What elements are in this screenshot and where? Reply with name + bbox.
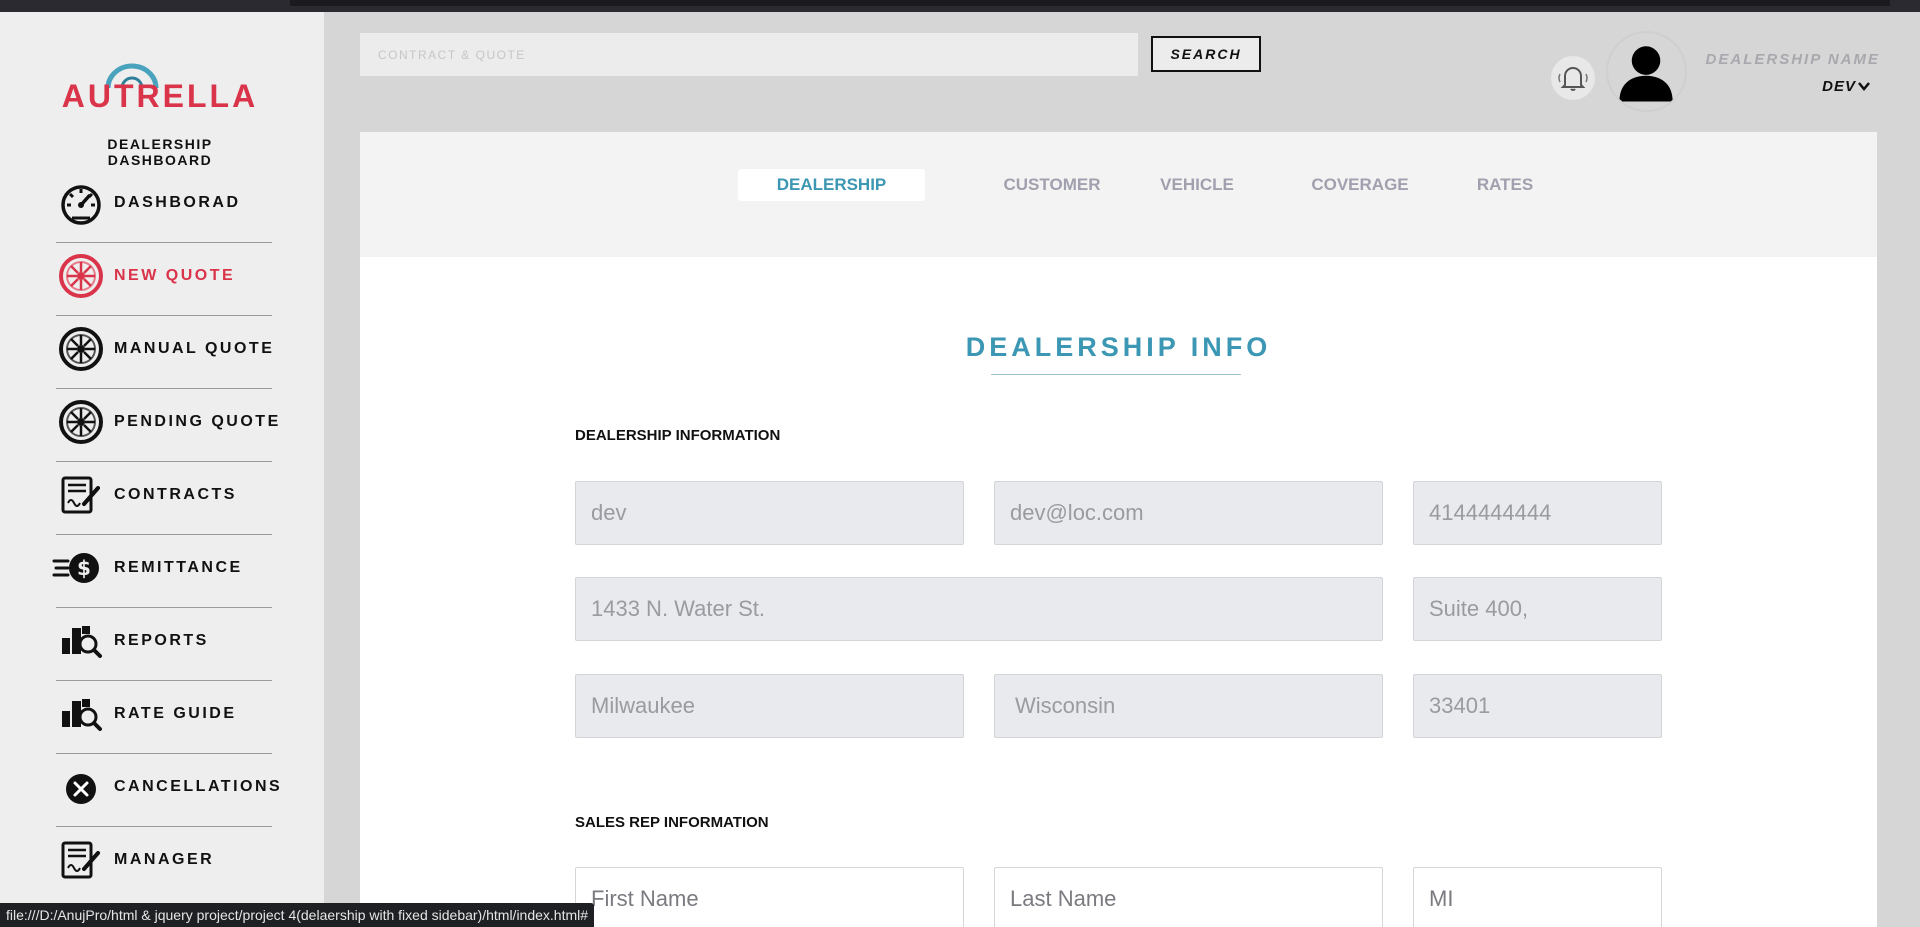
search-button[interactable]: SEARCH [1151,36,1261,72]
sidebar-item-label: CANCELLATIONS [114,778,283,795]
dealer-zip-field[interactable]: 33401 [1413,674,1662,738]
sidebar-item-label: NEW QUOTE [114,267,236,284]
dealer-state-field[interactable]: Wisconsin [994,674,1383,738]
contract-sign-icon [61,841,100,879]
sidebar-item-label: MANAGER [114,851,215,868]
browser-top-strip-inner [290,0,1890,6]
sidebar-item-remittance[interactable]: $ REMITTANCE [52,535,272,608]
sidebar-item-label: DASHBORAD [114,194,241,211]
user-name: DEV [1822,78,1856,95]
brand-subtitle: DEALERSHIP DASHBOARD [107,136,213,168]
bell-icon [1558,67,1588,91]
dealer-address-field[interactable]: 1433 N. Water St. [575,577,1383,641]
notification-bell[interactable] [1551,56,1595,100]
sidebar-item-new-quote[interactable]: NEW QUOTE [56,243,272,316]
cancel-icon [66,774,96,804]
dealer-city-field[interactable]: Milwaukee [575,674,964,738]
main-card: DEALERSHIP CUSTOMER VEHICLE COVERAGE RAT… [360,132,1877,927]
report-search-icon [62,699,102,731]
sidebar-item-label: RATE GUIDE [114,705,237,722]
section-title: DEALERSHIP INFO [965,332,1272,362]
dealership-info-heading: DEALERSHIP INFORMATION [575,427,781,444]
tab-customer[interactable]: CUSTOMER [987,169,1117,201]
user-menu[interactable]: DEV [1780,78,1870,95]
speedometer-icon [61,185,101,225]
svg-text:$: $ [77,556,91,580]
sidebar-item-label: CONTRACTS [114,486,237,503]
sidebar-item-manual-quote[interactable]: MANUAL QUOTE [56,316,272,389]
wheel-icon [59,327,103,371]
browser-top-strip [0,0,1920,12]
tab-dealership[interactable]: DEALERSHIP [738,169,925,201]
user-silhouette-icon [1619,46,1673,102]
dealer-phone-field[interactable]: 4144444444 [1413,481,1662,545]
sidebar-item-rate-guide[interactable]: RATE GUIDE [56,681,272,754]
sidebar-item-label: MANUAL QUOTE [114,340,275,357]
first-name-field[interactable]: First Name [575,867,964,927]
sidebar-item-manager[interactable]: MANAGER [56,827,272,900]
avatar[interactable] [1606,31,1687,112]
sidebar-item-contracts[interactable]: CONTRACTS [56,462,272,535]
tab-coverage[interactable]: COVERAGE [1300,169,1420,201]
wheel-icon [59,400,103,444]
brand-name: AUTRELLA [61,78,259,114]
dealer-name-field[interactable]: dev [575,481,964,545]
last-name-field[interactable]: Last Name [994,867,1383,927]
sales-rep-heading: SALES REP INFORMATION [575,814,769,831]
sidebar: AUTRELLA DEALERSHIP DASHBOARD DASHBORAD … [0,12,324,927]
sidebar-item-dashboard[interactable]: DASHBORAD [56,170,272,243]
sidebar-item-label: REPORTS [114,632,209,649]
contract-sign-icon [61,476,100,514]
mi-field[interactable]: MI [1413,867,1662,927]
tab-bar: DEALERSHIP CUSTOMER VEHICLE COVERAGE RAT… [360,132,1877,257]
sidebar-item-cancellations[interactable]: CANCELLATIONS [56,754,280,827]
dollar-coin-icon: $ [52,553,99,583]
sidebar-item-pending-quote[interactable]: PENDING QUOTE [56,389,278,462]
title-underline [991,374,1241,375]
wheel-icon [59,254,103,298]
sidebar-nav: DASHBORAD NEW QUOTE MANUAL QUOTE PENDING… [52,170,280,900]
sidebar-item-label: REMITTANCE [114,559,243,576]
dealer-suite-field[interactable]: Suite 400, [1413,577,1662,641]
chevron-down-icon [1858,82,1870,91]
dealer-email-field[interactable]: dev@loc.com [994,481,1383,545]
sidebar-item-reports[interactable]: REPORTS [56,608,272,681]
search-input[interactable] [360,33,1138,76]
tab-vehicle[interactable]: VEHICLE [1152,169,1242,201]
sidebar-item-label: PENDING QUOTE [114,413,281,430]
report-search-icon [62,626,102,658]
tab-rates[interactable]: RATES [1460,169,1550,201]
dealership-name: DEALERSHIP NAME [1705,51,1880,68]
browser-status-url: file:///D:/AnujPro/html & jquery project… [0,903,595,927]
